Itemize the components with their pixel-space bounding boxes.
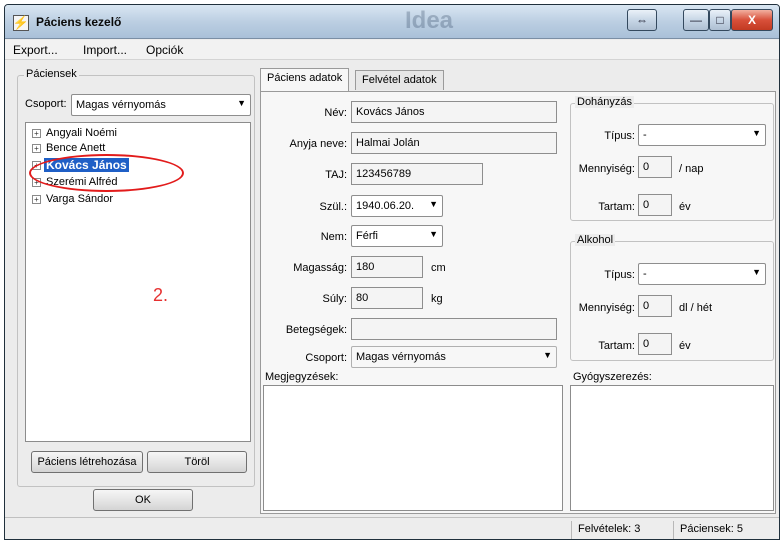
smoking-amount-unit: / nap xyxy=(679,163,704,175)
alcohol-type-dropdown[interactable]: - ▼ xyxy=(638,263,766,285)
tree-item-label: Varga Sándor xyxy=(46,193,114,205)
chevron-down-icon: ▼ xyxy=(543,350,552,360)
smoking-amount-field[interactable]: 0 xyxy=(638,156,672,178)
alcohol-amount-label: Mennyiség: xyxy=(578,302,635,314)
alcohol-duration-field[interactable]: 0 xyxy=(638,333,672,355)
delete-button[interactable]: Töröl xyxy=(147,451,247,473)
smoking-type-label: Típus: xyxy=(604,130,635,142)
tree-item[interactable]: + Angyali Noémi xyxy=(32,127,119,139)
expand-icon[interactable]: + xyxy=(32,143,41,153)
smoking-type-dropdown[interactable]: - ▼ xyxy=(638,124,766,146)
title-watermark: Idea xyxy=(405,7,454,34)
admissions-count: Felvételek: 3 xyxy=(571,521,673,539)
alcohol-amount-field[interactable]: 0 xyxy=(638,295,672,317)
window-title: Páciens kezelő xyxy=(36,15,122,29)
group-filter-label: Csoport: xyxy=(25,98,67,110)
tab-patient-data[interactable]: Páciens adatok xyxy=(260,68,350,91)
birth-date-picker[interactable]: 1940.06.20. ▼ xyxy=(351,195,443,217)
tree-item[interactable]: + Bence Anett xyxy=(32,142,107,154)
mother-name-label: Anyja neve: xyxy=(289,138,347,150)
smoking-duration-label: Tartam: xyxy=(598,201,635,213)
smoking-duration-field[interactable]: 0 xyxy=(638,194,672,216)
weight-label: Súly: xyxy=(322,293,347,305)
group-value: Magas vérnyomás xyxy=(356,351,446,363)
group-filter-value: Magas vérnyomás xyxy=(76,99,166,111)
name-label: Név: xyxy=(324,107,347,119)
menu-options[interactable]: Opciók xyxy=(146,43,183,57)
mother-name-field[interactable]: Halmai Jolán xyxy=(351,132,557,154)
minimize-button[interactable]: — xyxy=(683,9,709,31)
diseases-field[interactable] xyxy=(351,318,557,340)
patients-count: Páciensek: 5 xyxy=(673,521,777,539)
patients-group-title: Páciensek xyxy=(24,68,79,80)
annotation-number: 2. xyxy=(153,285,169,305)
chevron-down-icon: ▼ xyxy=(429,229,438,239)
group-dropdown[interactable]: Magas vérnyomás ▼ xyxy=(351,346,557,368)
sex-dropdown[interactable]: Férfi ▼ xyxy=(351,225,443,247)
group-label: Csoport: xyxy=(305,352,347,364)
alcohol-amount-unit: dl / hét xyxy=(679,302,713,314)
notes-textarea[interactable] xyxy=(263,385,563,511)
tree-item-label: Bence Anett xyxy=(46,142,106,154)
annotation-circle xyxy=(29,154,184,192)
birth-date-value: 1940.06.20. xyxy=(356,200,415,212)
height-field[interactable]: 180 xyxy=(351,256,423,278)
status-bar: Felvételek: 3 Páciensek: 5 xyxy=(5,517,779,539)
weight-unit: kg xyxy=(431,293,443,305)
menu-bar: Export... Import... Opciók xyxy=(5,40,779,60)
alcohol-duration-label: Tartam: xyxy=(598,340,635,352)
create-patient-button[interactable]: Páciens létrehozása xyxy=(31,451,143,473)
name-field[interactable]: Kovács János xyxy=(351,101,557,123)
expand-icon[interactable]: + xyxy=(32,194,41,204)
menu-import[interactable]: Import... xyxy=(83,43,127,57)
maximize-button[interactable]: □ xyxy=(709,9,731,31)
tab-admission-data[interactable]: Felvétel adatok xyxy=(355,70,444,90)
close-button[interactable]: X xyxy=(731,9,773,31)
chevron-down-icon: ▼ xyxy=(752,267,761,277)
notes-label: Megjegyzések: xyxy=(265,371,339,383)
height-label: Magasság: xyxy=(293,262,347,274)
restore-icon[interactable]: ⇔ xyxy=(627,9,657,31)
alcohol-title: Alkohol xyxy=(575,234,616,246)
lightning-icon: ⚡ xyxy=(12,15,30,31)
smoking-title: Dohányzás xyxy=(575,96,635,108)
tree-item[interactable]: + Varga Sándor xyxy=(32,193,115,205)
chevron-down-icon: ▼ xyxy=(237,98,246,108)
chevron-down-icon: ▼ xyxy=(429,199,438,209)
title-bar[interactable]: ⚡ Páciens kezelő Idea ⇔ — □ X xyxy=(5,5,779,39)
menu-export[interactable]: Export... xyxy=(13,43,58,57)
sex-label: Nem: xyxy=(320,231,347,243)
smoking-type-value: - xyxy=(643,129,647,141)
smoking-duration-unit: év xyxy=(679,201,691,213)
expand-icon[interactable]: + xyxy=(32,128,41,138)
ok-button[interactable]: OK xyxy=(93,489,193,511)
sex-value: Férfi xyxy=(356,230,378,242)
group-filter-dropdown[interactable]: Magas vérnyomás ▼ xyxy=(71,94,251,116)
taj-field[interactable]: 123456789 xyxy=(351,163,483,185)
alcohol-type-label: Típus: xyxy=(604,269,635,281)
main-window: ⚡ Páciens kezelő Idea ⇔ — □ X Export... … xyxy=(4,4,780,540)
weight-field[interactable]: 80 xyxy=(351,287,423,309)
diseases-label: Betegségek: xyxy=(285,324,347,336)
smoking-amount-label: Mennyiség: xyxy=(578,163,635,175)
alcohol-duration-unit: év xyxy=(679,340,691,352)
height-unit: cm xyxy=(431,262,446,274)
birth-date-label: Szül.: xyxy=(319,201,347,213)
tree-item-label: Angyali Noémi xyxy=(46,127,117,139)
medication-textarea[interactable] xyxy=(570,385,774,511)
medication-label: Gyógyszerezés: xyxy=(573,371,652,383)
alcohol-type-value: - xyxy=(643,268,647,280)
taj-label: TAJ: xyxy=(325,169,347,181)
chevron-down-icon: ▼ xyxy=(752,128,761,138)
